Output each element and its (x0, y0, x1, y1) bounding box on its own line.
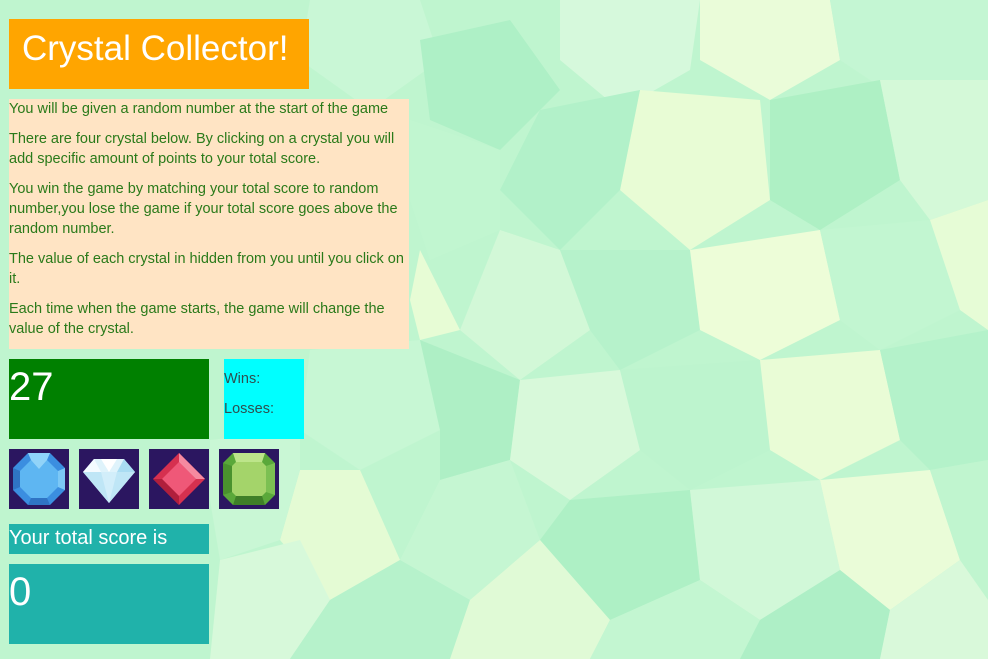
title-banner: Crystal Collector! (9, 19, 309, 89)
instruction-text: The value of each crystal in hidden from… (9, 251, 404, 287)
green-square-crystal-icon (223, 453, 275, 505)
instructions-panel: You will be given a random number at the… (9, 99, 409, 349)
crystal-button-blue[interactable] (9, 449, 69, 509)
crystal-button-red[interactable] (149, 449, 209, 509)
win-loss-box: Wins: Losses: (224, 359, 304, 439)
red-square-crystal-icon (153, 453, 205, 505)
instruction-text: You will be given a random number at the… (9, 101, 389, 117)
instruction-text: Each time when the game starts, the game… (9, 301, 385, 337)
total-score-label: Your total score is (9, 527, 168, 549)
crystal-button-white[interactable] (79, 449, 139, 509)
total-score-label-box: Your total score is (9, 524, 209, 554)
losses-label: Losses: (224, 401, 274, 417)
instruction-text: There are four crystal below. By clickin… (9, 131, 395, 167)
wins-label: Wins: (224, 371, 261, 387)
random-number-box: 27 (9, 359, 209, 439)
crystal-button-green[interactable] (219, 449, 279, 509)
random-number-value: 27 (9, 365, 54, 409)
total-score-box: 0 (9, 564, 209, 644)
page-title: Crystal Collector! (22, 29, 289, 68)
blue-octagon-crystal-icon (13, 453, 65, 505)
instruction-text: You win the game by matching your total … (9, 181, 398, 237)
total-score-value: 0 (9, 570, 32, 614)
white-diamond-crystal-icon (83, 459, 135, 503)
